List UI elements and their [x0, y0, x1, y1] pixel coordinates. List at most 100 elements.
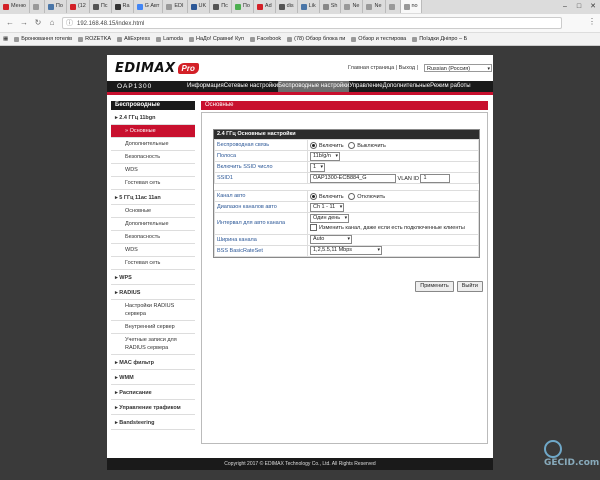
bookmark-item[interactable]: Facebook	[250, 36, 281, 42]
bookmark-label: Обзор и тестирова	[358, 36, 407, 42]
bookmark-item[interactable]: Поїздки Дніпро – Б	[412, 36, 467, 42]
channel-width-select[interactable]: Auto	[310, 235, 352, 245]
maximize-icon[interactable]: □	[572, 0, 586, 14]
sidebar-item[interactable]: Настройки RADIUS сервера	[111, 300, 195, 321]
sidebar-item[interactable]: ▸ WMM	[111, 372, 195, 385]
tab-strip: Меню По (12 Пс Ra G Авт EDI UK Пс По Ad dis Lik Sh Ne N…	[0, 0, 600, 14]
wireless-on-radio[interactable]	[310, 141, 317, 149]
auto-interval-select[interactable]: Один день	[310, 214, 350, 223]
browser-tab[interactable]: EDI	[163, 0, 188, 13]
browser-tab[interactable]: Sh	[320, 0, 342, 13]
back-icon[interactable]: ←	[4, 17, 16, 29]
ssid1-label: SSID1	[214, 172, 308, 184]
bookmark-item[interactable]: НаДо! Сравни! Куп	[188, 36, 244, 42]
apps-icon[interactable]: ▦	[3, 36, 8, 42]
nav-item[interactable]: Дополнительные	[383, 81, 431, 92]
nav-item[interactable]: Сетевые настройки	[224, 81, 278, 92]
url-input[interactable]: ⓘ 192.168.48.15/index.html	[62, 17, 562, 29]
auto-interval-label: Интервал для авто канала	[214, 212, 308, 235]
ssid1-input[interactable]: OAP1300-ECB884_G	[310, 173, 396, 183]
sidebar-item[interactable]: ▸ MAC фильтр	[111, 357, 195, 370]
sidebar-item[interactable]: Безопасность	[111, 151, 195, 164]
sidebar-item[interactable]: ▸ WPS	[111, 272, 195, 285]
nav-items: Информация Сетевые настройки Беспроводные …	[187, 81, 471, 92]
sidebar-item[interactable]: Дополнительные	[111, 218, 195, 231]
browser-tab[interactable]: Ne	[341, 0, 364, 13]
browser-tab[interactable]	[30, 0, 45, 13]
bookmark-item[interactable]: AliExpress	[117, 36, 150, 42]
tab-favicon-icon	[3, 3, 9, 10]
vlan-input[interactable]: 1	[420, 173, 451, 183]
browser-tab[interactable]: Меню	[0, 0, 30, 13]
browser-tab[interactable]	[386, 0, 401, 13]
browser-tab[interactable]: Ne	[363, 0, 386, 13]
sidebar-item-label: Расписание	[119, 390, 152, 396]
browser-tab[interactable]: G Авт	[134, 0, 164, 13]
sidebar-item[interactable]: Гостевая сеть	[111, 257, 195, 270]
sidebar-item[interactable]: ▸ 5 ГГц 11ac 11an	[111, 192, 195, 205]
forward-icon[interactable]: →	[18, 17, 30, 29]
bookmark-item[interactable]: (78) Обзор блока пи	[287, 36, 345, 42]
browser-tab[interactable]: По	[45, 0, 67, 13]
sidebar-item[interactable]: ▸ Bandsteering	[111, 417, 195, 430]
browser-tab[interactable]: UK	[188, 0, 211, 13]
reload-icon[interactable]: ↻	[32, 17, 44, 29]
apply-button[interactable]: Применить	[415, 281, 454, 292]
browser-tab[interactable]: Пс	[210, 0, 232, 13]
band-select[interactable]: 11b/g/n	[310, 151, 340, 161]
change-channel-checkbox[interactable]	[310, 224, 317, 231]
browser-tab[interactable]: Ra	[112, 0, 134, 13]
sidebar-item[interactable]: ▸ 2.4 ГГц 11bgn	[111, 112, 195, 125]
nav-item[interactable]: Управление	[349, 81, 382, 92]
sidebar-item-label: Гостевая сеть	[125, 180, 161, 186]
browser-tab[interactable]: По	[232, 0, 254, 13]
browser-tab[interactable]: Ad	[254, 0, 276, 13]
browser-tab[interactable]: no	[400, 0, 422, 13]
sidebar-item[interactable]: ▸ Управление трафиком	[111, 402, 195, 415]
tab-label: Ne	[352, 3, 360, 9]
sidebar-item[interactable]: Основные	[111, 205, 195, 218]
sidebar-item[interactable]: Дополнительные	[111, 138, 195, 151]
browser-tab[interactable]: Пс	[90, 0, 112, 13]
logo-badge: Pro	[177, 62, 199, 74]
nav-item[interactable]: Информация	[187, 81, 224, 92]
bookmark-item[interactable]: Обзор и тестирова	[351, 36, 406, 42]
nav-item[interactable]: Режим работы	[430, 81, 471, 92]
browser-tab[interactable]: Lik	[298, 0, 320, 13]
browser-menu-icon[interactable]: ⋮	[588, 17, 596, 26]
bookmark-label: Поїздки Дніпро – Б	[419, 36, 468, 42]
ssid-count-label: Включить SSID число	[214, 161, 308, 173]
sidebar-item[interactable]: Учетные записи для RADIUS сервера	[111, 334, 195, 355]
home-icon[interactable]: ⌂	[46, 17, 58, 29]
top-links[interactable]: Главная страница | Выход |	[348, 65, 418, 71]
ssid-count-select[interactable]: 1	[310, 162, 326, 172]
language-select[interactable]: Russian (Россия) ▾	[424, 64, 492, 72]
cancel-button[interactable]: Выйти	[456, 281, 483, 292]
nav-item[interactable]: Беспроводные настройки	[278, 81, 350, 92]
sidebar-item[interactable]: Безопасность	[111, 231, 195, 244]
tab-favicon-icon	[278, 3, 285, 10]
wireless-off-radio[interactable]	[348, 141, 356, 149]
bookmark-item[interactable]: Lamoda	[156, 36, 183, 42]
auto-channel-off-radio[interactable]	[348, 192, 356, 200]
tab-label: Sh	[330, 3, 338, 9]
browser-tab[interactable]: (12	[67, 0, 90, 13]
sidebar-item-label: Настройки RADIUS сервера	[125, 303, 175, 317]
tab-favicon-icon	[213, 3, 220, 10]
channel-range-select[interactable]: Ch 1 - 11	[310, 202, 345, 212]
sidebar-item[interactable]: ▸ Расписание	[111, 387, 195, 400]
sidebar-item[interactable]: ▸ RADIUS	[111, 287, 195, 300]
band-label: Полоса	[214, 150, 308, 162]
sidebar-item[interactable]: Гостевая сеть	[111, 177, 195, 190]
minimize-icon[interactable]: –	[558, 0, 572, 14]
close-icon[interactable]: ✕	[586, 0, 600, 14]
sidebar-item[interactable]: Внутренний сервер	[111, 321, 195, 334]
sidebar-item[interactable]: WDS	[111, 244, 195, 257]
sidebar-item[interactable]: » Основные	[111, 125, 195, 138]
bookmark-item[interactable]: Бронювання готелів	[14, 36, 72, 42]
sidebar-item[interactable]: WDS	[111, 164, 195, 177]
browser-tab[interactable]: dis	[276, 0, 298, 13]
bookmark-item[interactable]: ROZETKA	[78, 36, 111, 42]
auto-channel-on-radio[interactable]	[310, 192, 317, 200]
bss-rate-select[interactable]: 1,2,5.5,11 Mbps	[310, 246, 382, 256]
